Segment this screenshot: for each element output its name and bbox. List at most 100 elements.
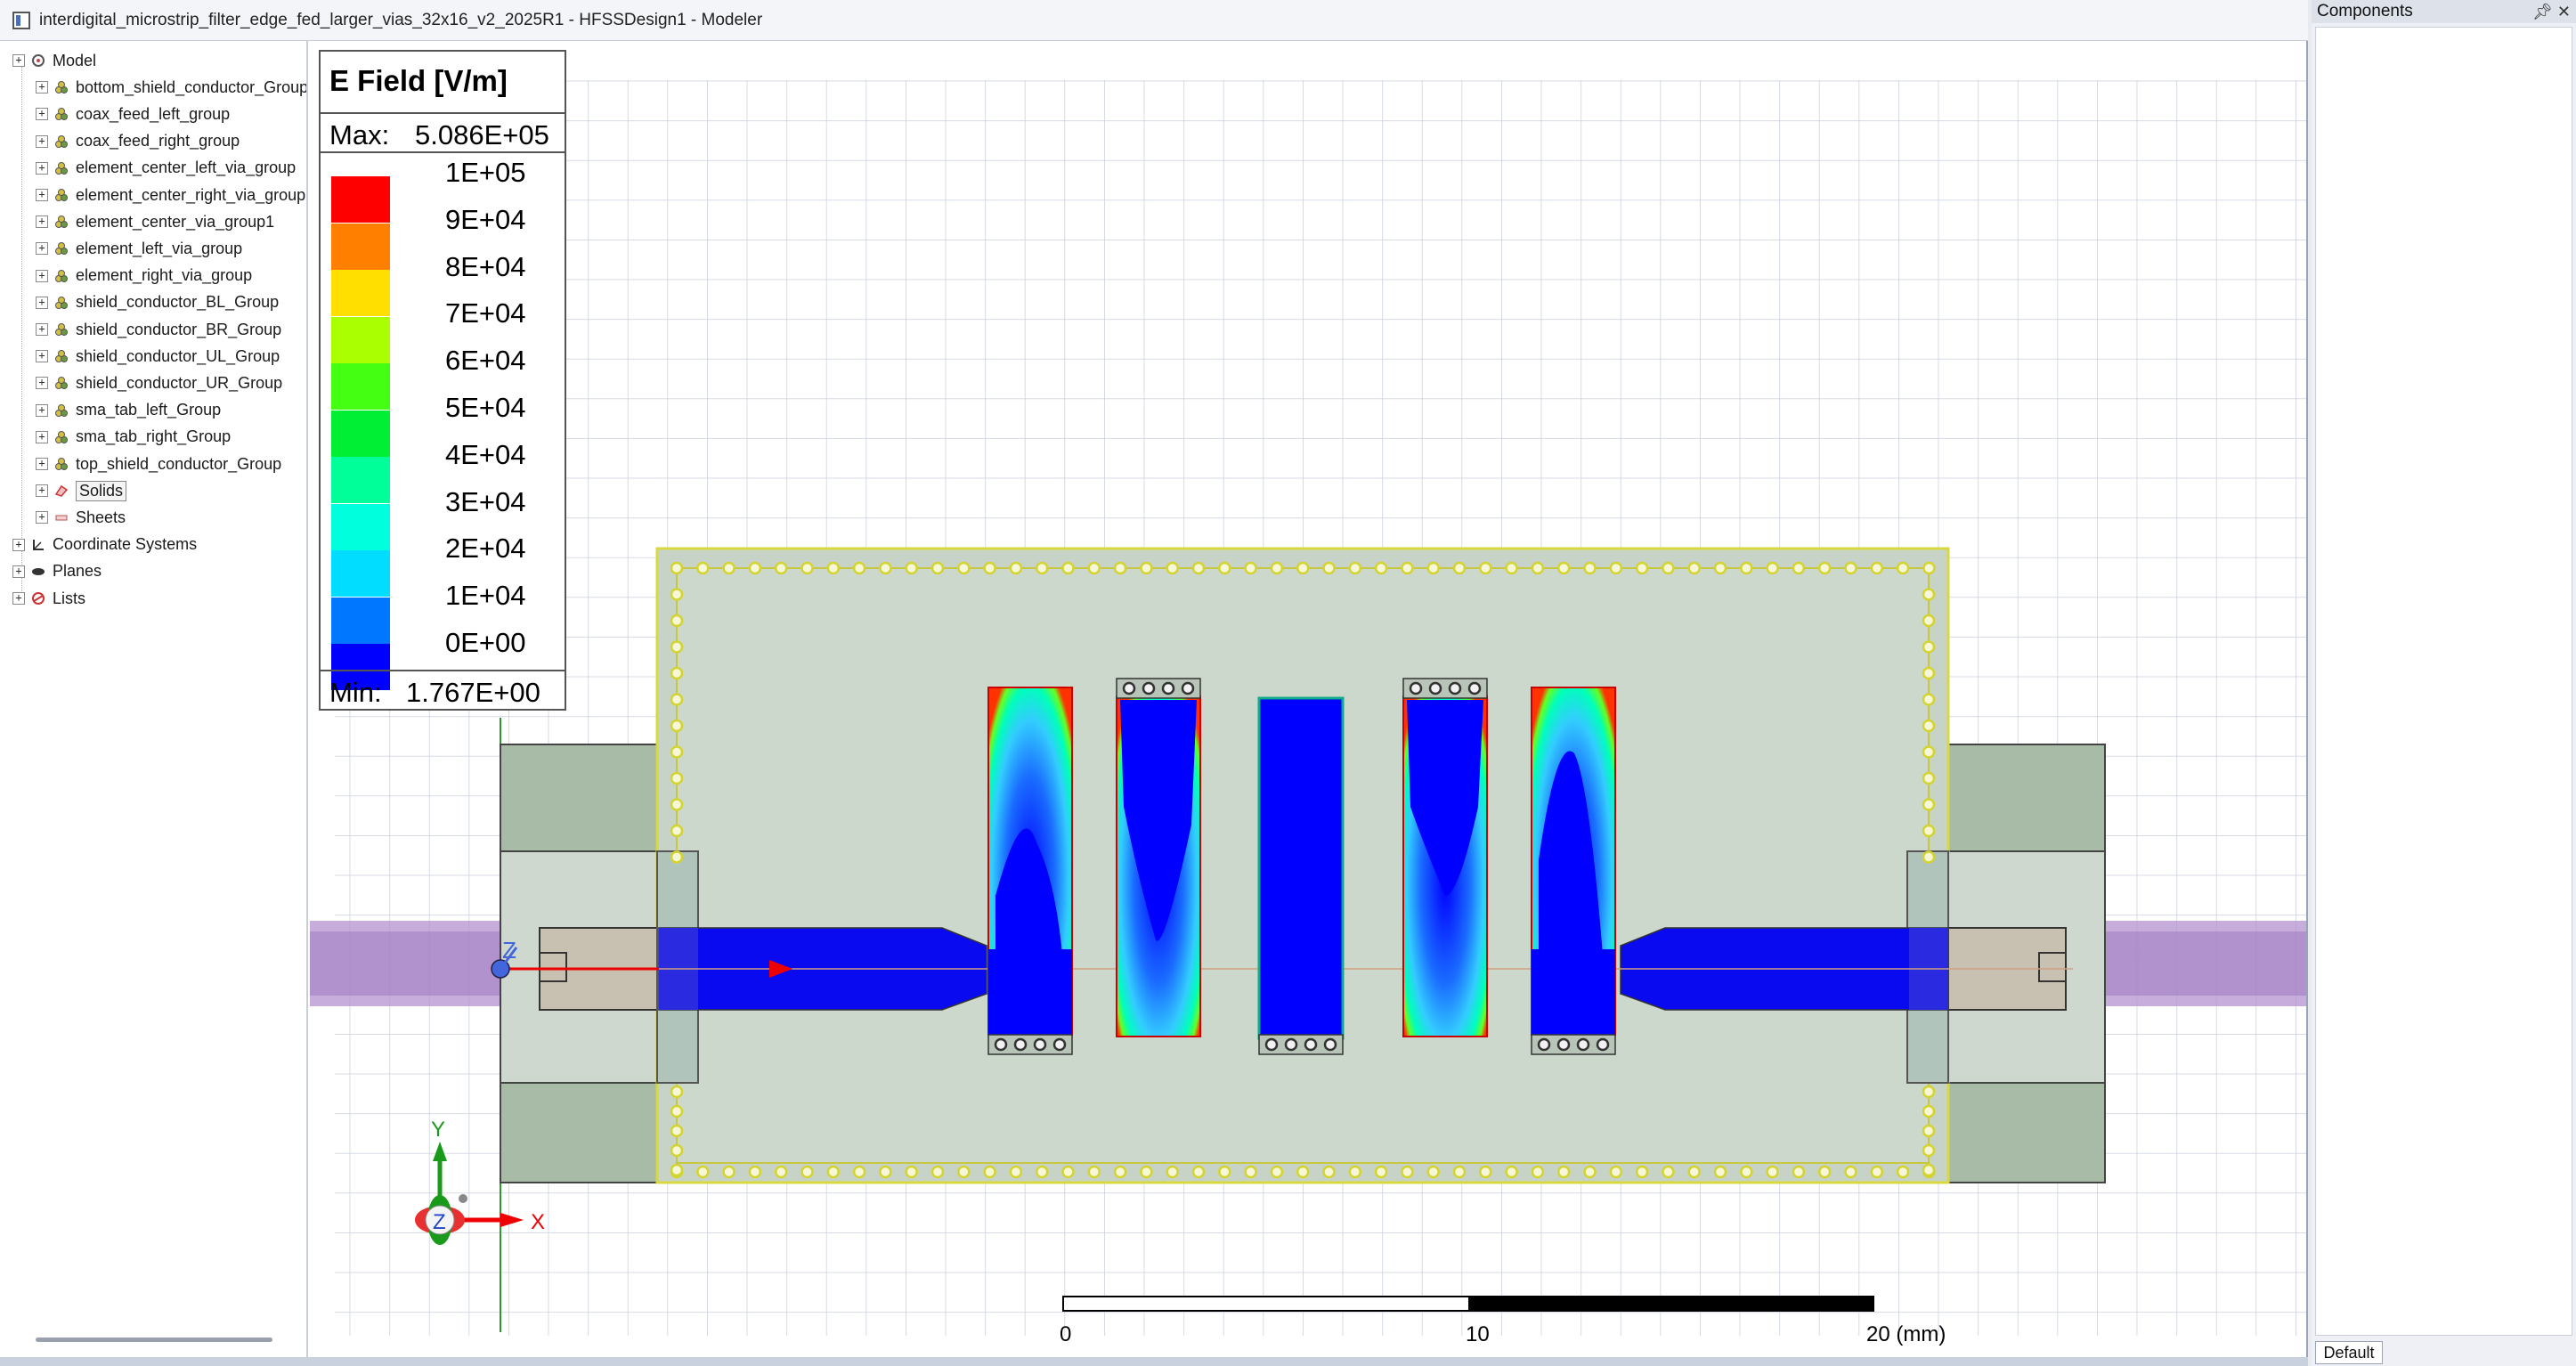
group-icon [53,187,69,203]
expand-icon[interactable]: + [36,350,48,363]
legend-swatch [331,316,390,363]
tree-item-planes[interactable]: + Planes [12,559,102,584]
legend-tick-label: 1E+04 [445,580,526,612]
title-bar: interdigital_microstrip_filter_edge_fed_… [0,0,2308,41]
tree-item-label: coax_feed_left_group [76,104,231,123]
expand-icon[interactable]: + [36,296,48,309]
tree-item-label: shield_conductor_UR_Group [76,373,283,392]
tree-item-label: sma_tab_right_Group [76,427,232,446]
tree-item-group[interactable]: + shield_conductor_UR_Group [36,370,282,395]
tree-item-group[interactable]: + element_center_right_via_group [36,183,305,207]
tree-item-group[interactable]: + top_shield_conductor_Group [36,451,281,476]
expand-icon[interactable]: + [12,538,25,551]
group-icon [53,79,69,95]
modeler-scene[interactable]: Z Z Y X 0 10 20 (mm) [310,41,2306,1357]
components-list[interactable] [2315,27,2572,1336]
pin-icon[interactable]: 📌︎ [2532,3,2553,20]
legend-swatch [331,457,390,503]
legend-tick-label: 7E+04 [445,297,526,329]
expand-icon[interactable]: + [12,54,25,67]
status-bar [0,1357,2308,1366]
model-tree[interactable]: + Model + bottom_shield_conductor_Group + coa… [0,41,308,1357]
tab-default[interactable]: Default [2315,1341,2383,1364]
expand-icon[interactable]: + [12,592,25,605]
tree-item-label: element_center_via_group1 [76,212,275,231]
legend-tick-label: 6E+04 [445,345,526,377]
legend-swatch [331,223,390,270]
legend-swatch [331,597,390,644]
tree-item-group[interactable]: + element_center_left_via_group [36,156,296,181]
expand-icon[interactable]: + [36,189,48,201]
tree-item-group[interactable]: + sma_tab_right_Group [36,425,231,450]
group-icon [53,240,69,256]
expand-icon[interactable]: + [36,161,48,175]
legend-tick-label: 9E+04 [445,203,526,235]
group-icon [53,268,69,284]
expand-icon[interactable]: + [36,403,48,417]
expand-icon[interactable]: + [36,430,48,443]
tree-item-group[interactable]: + shield_conductor_BL_Group [36,290,279,315]
tree-item-label: Coordinate Systems [53,535,198,554]
expand-icon[interactable]: + [36,108,48,121]
components-title: Components [2317,2,2413,20]
3d-viewport[interactable]: Z Z Y X 0 10 20 (mm) [310,41,2306,1357]
tree-item-group[interactable]: + coax_feed_right_group [36,129,240,154]
tree-item-label: Solids [76,480,127,501]
legend-swatch [331,270,390,316]
legend-swatch [331,550,390,597]
group-icon [53,106,69,122]
expand-icon[interactable]: + [36,81,48,94]
tree-item-group[interactable]: + element_center_via_group1 [36,209,274,234]
expand-icon[interactable]: + [36,377,48,390]
tree-item-group[interactable]: + element_right_via_group [36,264,252,289]
expand-icon[interactable]: + [36,458,48,470]
scale-label-20: 20 (mm) [1866,1322,1946,1346]
tree-item-group[interactable]: + shield_conductor_UL_Group [36,344,280,369]
tree-item-sheets[interactable]: + Sheets [36,505,126,530]
tree-horizontal-scrollbar[interactable] [36,1338,272,1342]
expand-icon[interactable]: + [36,269,48,282]
tree-item-lists[interactable]: + Lists [12,586,85,611]
tree-item-group[interactable]: + shield_conductor_BR_Group [36,317,281,342]
tree-item-cs[interactable]: + Coordinate Systems [12,533,197,557]
tree-item-group[interactable]: + bottom_shield_conductor_Group [36,75,306,100]
expand-icon[interactable]: + [36,323,48,336]
tree-item-label: Lists [53,589,86,607]
expand-icon[interactable]: + [36,511,48,524]
components-panel: Components 📌︎ ✕ Default [2312,0,2576,1366]
legend-tick-label: 0E+00 [445,627,526,658]
expand-icon[interactable]: + [36,242,48,256]
tree-item-label: sma_tab_left_Group [76,401,222,419]
model-icon [30,53,46,69]
tree-item-label: element_center_right_via_group [76,185,306,204]
expand-icon[interactable]: + [12,565,25,578]
legend-swatch [331,363,390,410]
triad-z-label: Z [433,1210,446,1234]
group-icon [53,402,69,419]
tree-item-label: shield_conductor_UL_Group [76,346,280,365]
scale-label-10: 10 [1466,1322,1490,1346]
group-icon [53,429,69,445]
tree-item-label: coax_feed_right_group [76,132,240,150]
triad-y-label: Y [431,1118,445,1142]
expand-icon[interactable]: + [36,215,48,229]
expand-icon[interactable]: + [36,484,48,498]
close-icon[interactable]: ✕ [2557,3,2571,20]
tree-item-label: Sheets [76,508,126,526]
group-icon [53,321,69,337]
legend-tick-label: 4E+04 [445,438,526,470]
tree-item-group[interactable]: + sma_tab_left_Group [36,398,221,423]
legend-min-row: Min: 1.767E+00 [321,670,565,711]
legend-max-row: Max: 5.086E+05 [321,112,565,153]
window-title: interdigital_microstrip_filter_edge_fed_… [39,10,763,29]
tree-item-group[interactable]: + coax_feed_left_group [36,102,230,126]
tree-item-label: element_right_via_group [76,266,253,285]
expand-icon[interactable]: + [36,134,48,148]
coordinate-systems-icon [30,537,46,553]
tree-item-group[interactable]: + element_left_via_group [36,236,242,261]
window-icon [12,11,30,29]
tree-item-solids[interactable]: + Solids [36,478,127,503]
triad-x-label: X [531,1210,545,1234]
tree-item-model[interactable]: + Model [12,48,96,73]
field-legend[interactable]: E Field [V/m] Max: 5.086E+05 1E+05 9E+04 8… [319,50,566,711]
